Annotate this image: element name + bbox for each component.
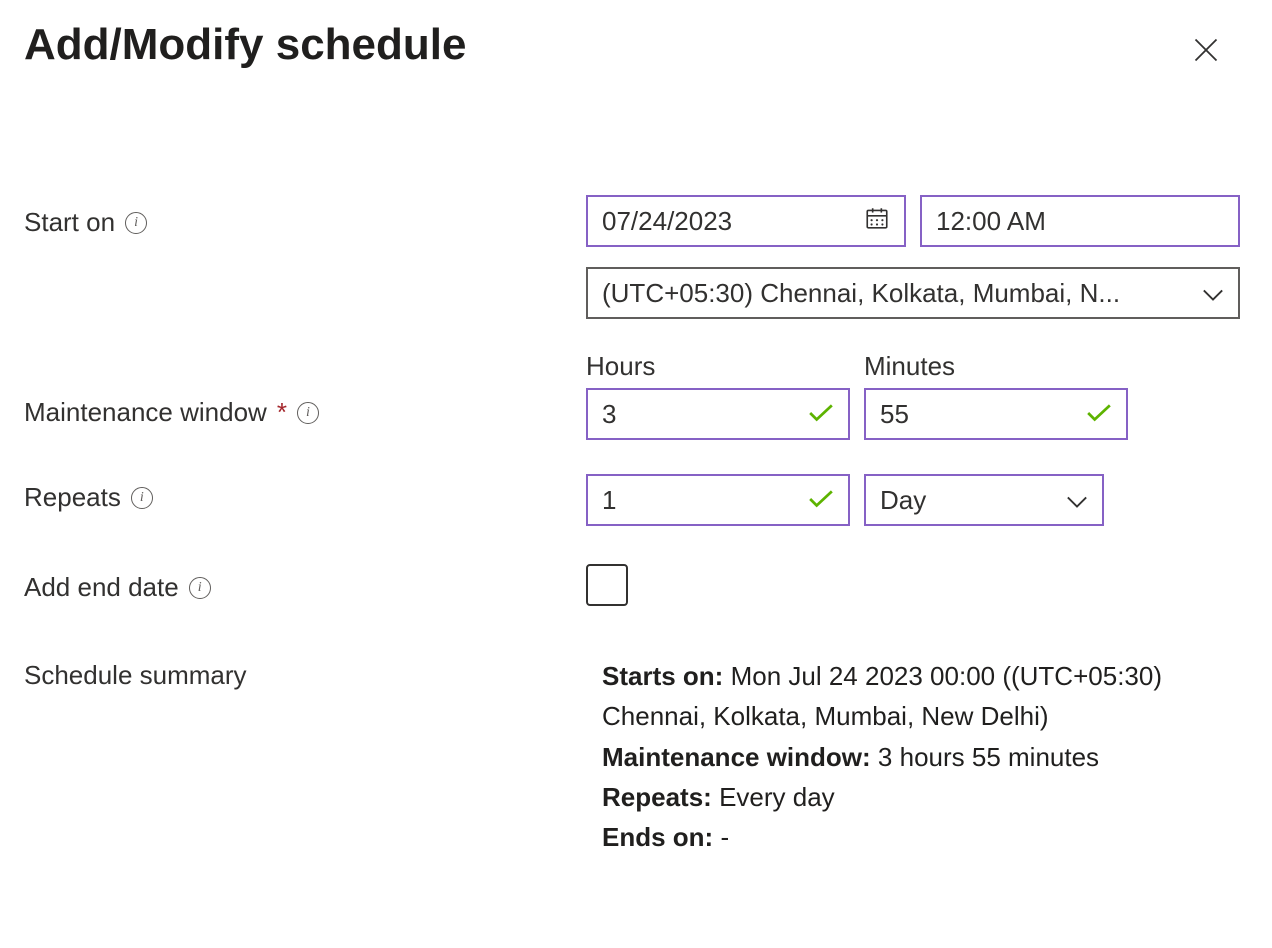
chevron-down-icon <box>1202 278 1224 309</box>
summary-repeats-label: Repeats: <box>602 782 712 812</box>
hours-value: 3 <box>602 399 808 430</box>
info-icon[interactable] <box>189 577 211 599</box>
maintenance-window-label: Maintenance window <box>24 397 267 428</box>
start-date-input[interactable]: 07/24/2023 <box>586 195 906 247</box>
required-indicator: * <box>277 397 287 428</box>
minutes-value: 55 <box>880 399 1086 430</box>
close-button[interactable] <box>1184 28 1228 75</box>
info-icon[interactable] <box>297 402 319 424</box>
minutes-label: Minutes <box>864 351 1128 382</box>
start-on-label: Start on <box>24 207 115 238</box>
repeats-label: Repeats <box>24 482 121 513</box>
start-time-value: 12:00 AM <box>936 206 1224 237</box>
add-end-date-label: Add end date <box>24 572 179 603</box>
minutes-input[interactable]: 55 <box>864 388 1128 440</box>
timezone-value: (UTC+05:30) Chennai, Kolkata, Mumbai, N.… <box>602 278 1202 309</box>
checkmark-icon <box>808 399 834 430</box>
calendar-icon <box>864 205 890 238</box>
info-icon[interactable] <box>125 212 147 234</box>
summary-ends-on-label: Ends on: <box>602 822 713 852</box>
summary-repeats-value: Every day <box>719 782 835 812</box>
start-time-input[interactable]: 12:00 AM <box>920 195 1240 247</box>
page-title: Add/Modify schedule <box>24 20 466 70</box>
repeat-unit-value: Day <box>880 485 1066 516</box>
hours-label: Hours <box>586 351 850 382</box>
start-date-value: 07/24/2023 <box>602 206 864 237</box>
info-icon[interactable] <box>131 487 153 509</box>
chevron-down-icon <box>1066 485 1088 516</box>
add-end-date-checkbox[interactable] <box>586 564 628 606</box>
schedule-summary-label: Schedule summary <box>24 660 247 691</box>
checkmark-icon <box>1086 399 1112 430</box>
summary-maintenance-value: 3 hours 55 minutes <box>878 742 1099 772</box>
timezone-select[interactable]: (UTC+05:30) Chennai, Kolkata, Mumbai, N.… <box>586 267 1240 319</box>
close-icon <box>1192 52 1220 67</box>
summary-maintenance-label: Maintenance window: <box>602 742 871 772</box>
summary-starts-on-label: Starts on: <box>602 661 723 691</box>
schedule-summary-text: Starts on: Mon Jul 24 2023 00:00 ((UTC+0… <box>586 656 1226 857</box>
repeat-unit-select[interactable]: Day <box>864 474 1104 526</box>
checkmark-icon <box>808 485 834 516</box>
summary-ends-on-value: - <box>720 822 729 852</box>
repeat-count-input[interactable]: 1 <box>586 474 850 526</box>
repeat-count-value: 1 <box>602 485 808 516</box>
hours-input[interactable]: 3 <box>586 388 850 440</box>
